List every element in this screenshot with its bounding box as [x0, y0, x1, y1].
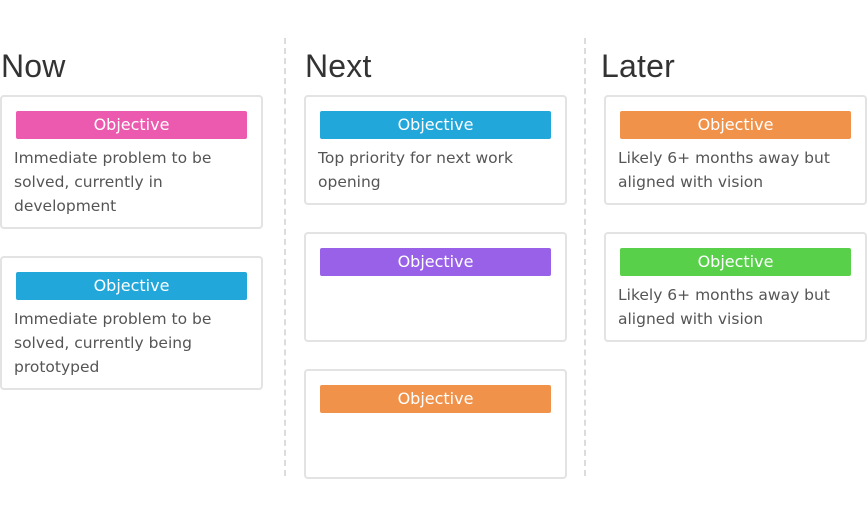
- column-title: Later: [601, 48, 675, 84]
- column-divider: [584, 38, 586, 476]
- column-title: Next: [305, 48, 372, 84]
- objective-description: Immediate problem to be solved, currentl…: [14, 149, 212, 215]
- column-title: Now: [1, 48, 66, 84]
- objective-description: Top priority for next work opening: [318, 149, 513, 191]
- objective-tag: Objective: [620, 111, 851, 139]
- objective-tag: Objective: [16, 272, 247, 300]
- objective-card[interactable]: Objective: [304, 232, 567, 342]
- objective-description: Likely 6+ months away but aligned with v…: [618, 286, 830, 328]
- objective-tag: Objective: [320, 248, 551, 276]
- objective-tag: Objective: [320, 111, 551, 139]
- objective-card[interactable]: Objective Likely 6+ months away but alig…: [604, 95, 867, 205]
- objective-card[interactable]: Objective Top priority for next work ope…: [304, 95, 567, 205]
- objective-card[interactable]: Objective: [304, 369, 567, 479]
- objective-card[interactable]: Objective Immediate problem to be solved…: [0, 256, 263, 390]
- objective-tag: Objective: [320, 385, 551, 413]
- column-divider: [284, 38, 286, 476]
- objective-description: Likely 6+ months away but aligned with v…: [618, 149, 830, 191]
- objective-description: Immediate problem to be solved, currentl…: [14, 310, 212, 376]
- objective-card[interactable]: Objective Likely 6+ months away but alig…: [604, 232, 867, 342]
- objective-tag: Objective: [16, 111, 247, 139]
- objective-tag: Objective: [620, 248, 851, 276]
- objective-card[interactable]: Objective Immediate problem to be solved…: [0, 95, 263, 229]
